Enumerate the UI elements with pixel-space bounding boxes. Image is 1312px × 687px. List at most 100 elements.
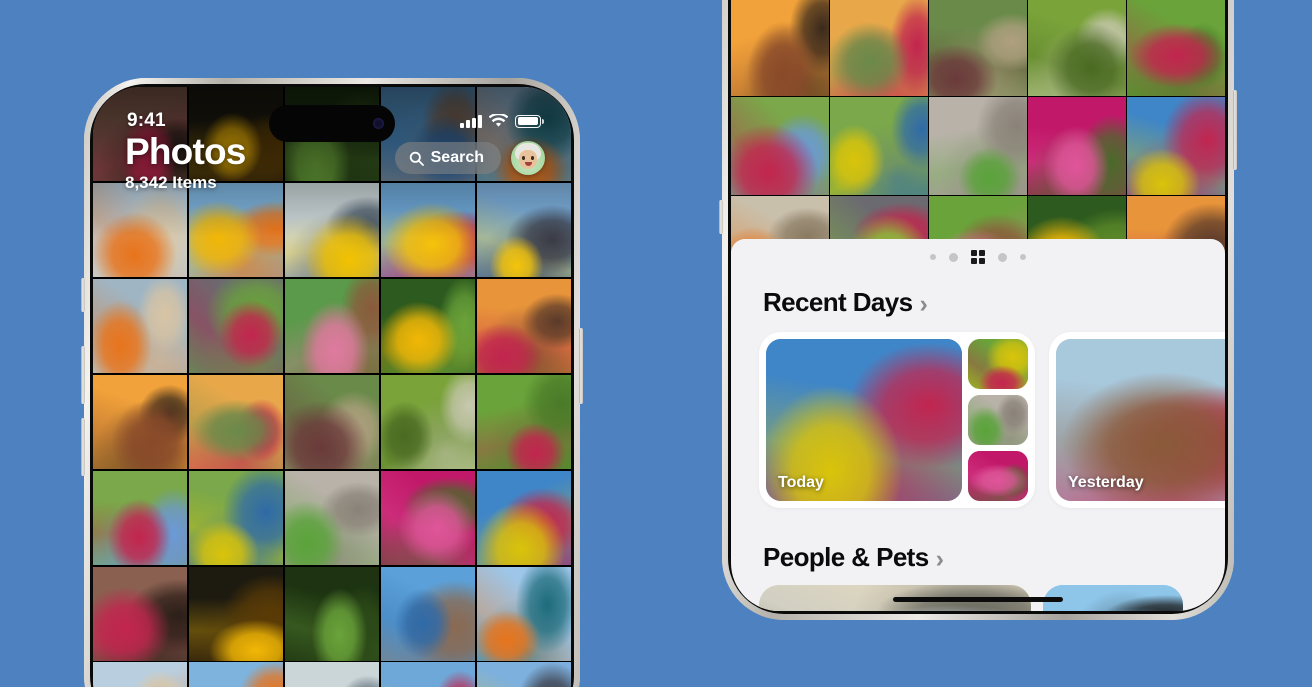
photo-thumbnail xyxy=(476,566,571,661)
photo-grid-item[interactable] xyxy=(380,566,476,661)
photo-grid-item[interactable] xyxy=(929,0,1027,96)
left-phone-volume-down[interactable] xyxy=(81,418,85,476)
photo-grid-item[interactable] xyxy=(284,662,380,687)
photo-thumbnail xyxy=(93,470,188,566)
photo-thumbnail xyxy=(188,278,284,374)
photo-grid-item[interactable] xyxy=(476,470,571,566)
photo-grid-item[interactable] xyxy=(284,566,380,661)
avatar-eye-right xyxy=(531,156,534,160)
pager-dot-2[interactable] xyxy=(949,252,958,262)
avatar-face xyxy=(519,150,537,169)
photo-thumbnail xyxy=(1028,0,1126,96)
photo-grid-item[interactable] xyxy=(93,662,188,687)
item-count: 8,342 Items xyxy=(125,172,217,192)
avatar-eye-left xyxy=(522,156,525,160)
day-card-thumbnails[interactable] xyxy=(968,339,1028,501)
day-card-thumb[interactable] xyxy=(968,451,1028,501)
grid-view-icon[interactable] xyxy=(971,250,985,264)
photo-grid-item[interactable] xyxy=(93,374,188,470)
photo-grid-item[interactable] xyxy=(731,97,829,195)
battery-icon xyxy=(515,114,544,128)
day-card-today[interactable]: Today xyxy=(759,332,1035,508)
wifi-icon xyxy=(489,114,508,127)
left-phone-volume-up[interactable] xyxy=(81,346,85,404)
search-label: Search xyxy=(430,149,484,166)
photo-thumbnail xyxy=(284,662,380,687)
photo-grid-item[interactable] xyxy=(188,470,284,566)
photo-thumbnail xyxy=(93,278,188,374)
photo-grid-item[interactable] xyxy=(284,374,380,470)
photo-thumbnail xyxy=(380,374,476,470)
photo-thumbnail xyxy=(476,374,571,470)
day-card-label: Yesterday xyxy=(1068,474,1144,491)
photo-grid-item[interactable] xyxy=(1028,0,1126,96)
day-card-yesterday[interactable]: Yesterday xyxy=(1049,332,1225,508)
section-header-recent-days[interactable]: Recent Days › xyxy=(731,269,1225,332)
photo-grid-item[interactable] xyxy=(731,0,829,96)
photo-grid-item[interactable] xyxy=(380,470,476,566)
photo-thumbnail xyxy=(731,97,829,195)
pager-dot-4[interactable] xyxy=(998,252,1007,262)
photo-thumbnail xyxy=(93,566,188,661)
photo-grid-item[interactable] xyxy=(188,662,284,687)
people-pets-card[interactable] xyxy=(1043,585,1183,611)
photo-grid-item[interactable] xyxy=(284,278,380,374)
day-card-thumb[interactable] xyxy=(968,395,1028,445)
left-phone-action-button[interactable] xyxy=(81,278,85,312)
section-title-people-pets: People & Pets xyxy=(763,542,929,572)
photo-thumbnail xyxy=(1127,0,1225,96)
photo-thumbnail xyxy=(476,278,571,374)
photo-thumbnail xyxy=(830,97,928,195)
photo-grid-item[interactable] xyxy=(1127,97,1225,195)
photo-thumbnail xyxy=(380,470,476,566)
photo-grid-item[interactable] xyxy=(476,566,571,661)
avatar[interactable] xyxy=(511,141,545,175)
photo-thumbnail xyxy=(380,566,476,661)
photo-grid-item[interactable] xyxy=(476,278,571,374)
photo-grid-item[interactable] xyxy=(476,374,571,470)
photo-grid-item[interactable] xyxy=(1028,97,1126,195)
day-card-thumb[interactable] xyxy=(968,339,1028,389)
photo-grid-item[interactable] xyxy=(380,662,476,687)
photo-grid-item[interactable] xyxy=(93,278,188,374)
photo-grid-item[interactable] xyxy=(476,662,571,687)
collections-panel: Recent Days › Today Yesterday People & P… xyxy=(731,239,1225,611)
photo-grid-item[interactable] xyxy=(380,278,476,374)
day-card-hero[interactable]: Yesterday xyxy=(1056,339,1225,501)
photo-thumbnail xyxy=(93,662,188,687)
photo-grid-item[interactable] xyxy=(1127,0,1225,96)
photo-grid-item[interactable] xyxy=(380,374,476,470)
photo-grid-item[interactable] xyxy=(93,566,188,661)
photo-grid-item[interactable] xyxy=(93,470,188,566)
photo-thumbnail xyxy=(284,566,380,661)
photo-grid-item[interactable] xyxy=(188,374,284,470)
photo-thumbnail xyxy=(188,662,284,687)
section-header-people-pets[interactable]: People & Pets › xyxy=(731,508,1225,585)
photo-thumbnail xyxy=(284,278,380,374)
photo-thumbnail xyxy=(188,374,284,470)
photo-grid-item[interactable] xyxy=(830,97,928,195)
photo-grid-item[interactable] xyxy=(284,470,380,566)
right-phone-action-button[interactable] xyxy=(719,200,723,234)
photo-grid-item[interactable] xyxy=(188,566,284,661)
photo-thumbnail xyxy=(380,278,476,374)
home-indicator[interactable] xyxy=(893,597,1063,602)
section-title-recent-days: Recent Days xyxy=(763,287,913,317)
left-phone-power-button[interactable] xyxy=(579,328,583,404)
photo-thumbnail xyxy=(93,374,188,470)
right-phone-power-button[interactable] xyxy=(1233,90,1237,170)
left-phone-screen: 9:41 Photos 8,342 Items Search xyxy=(93,87,571,687)
search-button[interactable]: Search xyxy=(394,142,501,174)
recent-days-cards[interactable]: Today Yesterday xyxy=(731,332,1225,508)
photo-thumbnail xyxy=(380,662,476,687)
photo-grid-item[interactable] xyxy=(830,0,928,96)
day-card-hero[interactable]: Today xyxy=(766,339,962,501)
view-pager[interactable] xyxy=(731,239,1225,269)
pager-dot-5[interactable] xyxy=(1020,254,1026,260)
front-camera-icon xyxy=(373,118,384,129)
photo-grid-item[interactable] xyxy=(929,97,1027,195)
photo-grid-item[interactable] xyxy=(188,278,284,374)
right-iphone-device: Recent Days › Today Yesterday People & P… xyxy=(719,0,1237,620)
pager-dot-1[interactable] xyxy=(930,254,936,260)
photo-thumbnail xyxy=(731,0,829,96)
